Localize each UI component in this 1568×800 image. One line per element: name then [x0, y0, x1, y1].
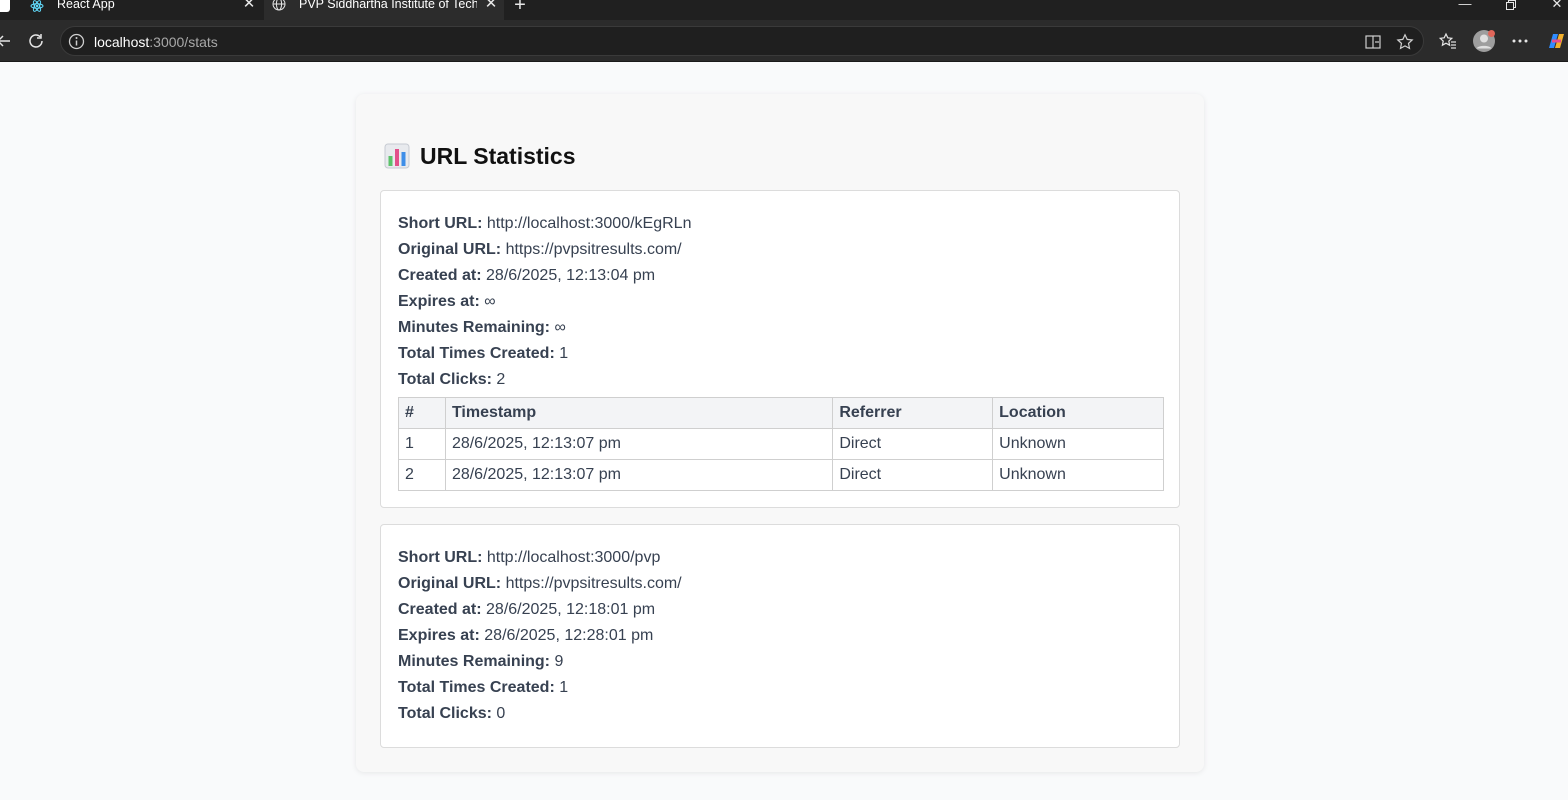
- cell-referrer: Direct: [832, 428, 994, 460]
- table-row: 1 28/6/2025, 12:13:07 pm Direct Unknown: [398, 428, 1164, 460]
- react-icon: [30, 0, 44, 12]
- restore-button[interactable]: [1488, 0, 1534, 17]
- field-label: Total Clicks:: [398, 705, 492, 722]
- address-bar[interactable]: localhost:3000/stats: [60, 26, 1424, 56]
- cell-location: Unknown: [992, 428, 1164, 460]
- created-at-field: Created at: 28/6/2025, 12:18:01 pm: [398, 599, 655, 621]
- close-window-button[interactable]: ✕: [1534, 0, 1568, 17]
- created-at-value: 28/6/2025, 12:13:04 pm: [486, 267, 656, 284]
- column-header-referrer: Referrer: [832, 397, 994, 429]
- minutes-remaining-field: Minutes Remaining: 9: [398, 651, 563, 673]
- favorites-icon[interactable]: [1436, 29, 1460, 53]
- url-host: localhost: [94, 34, 150, 50]
- total-clicks-field: Total Clicks: 0: [398, 703, 505, 725]
- total-clicks-field: Total Clicks: 2: [398, 369, 505, 391]
- minutes-remaining-field: Minutes Remaining: ∞: [398, 317, 566, 339]
- field-label: Original URL:: [398, 241, 502, 258]
- close-tab-icon[interactable]: ✕: [242, 0, 256, 13]
- favorite-star-icon[interactable]: [1396, 33, 1414, 51]
- stats-panel: URL Statistics Short URL: http://localho…: [356, 94, 1204, 772]
- field-label: Total Clicks:: [398, 371, 492, 388]
- total-times-created-field: Total Times Created: 1: [398, 677, 568, 699]
- cell-number: 2: [398, 459, 446, 491]
- minutes-remaining-value: ∞: [554, 319, 566, 336]
- url-stats-card: Short URL: http://localhost:3000/pvp Ori…: [380, 524, 1180, 748]
- split-screen-icon[interactable]: [1364, 33, 1382, 51]
- copilot-icon[interactable]: [1544, 29, 1568, 53]
- short-url-value: http://localhost:3000/kEgRLn: [486, 215, 692, 232]
- browser-tab-bar: React App ✕ PVP Siddhartha Institute of …: [0, 0, 1568, 20]
- field-label: Created at:: [398, 601, 482, 618]
- cell-number: 1: [398, 428, 446, 460]
- field-label: Total Times Created:: [398, 345, 555, 362]
- expires-at-field: Expires at: 28/6/2025, 12:28:01 pm: [398, 625, 653, 647]
- short-url-value: http://localhost:3000/pvp: [486, 549, 661, 566]
- globe-icon: [272, 0, 286, 12]
- original-url-field: Original URL: https://pvpsitresults.com/: [398, 573, 682, 595]
- bar-chart-icon: [384, 143, 410, 169]
- field-label: Minutes Remaining:: [398, 319, 551, 336]
- table-row: 2 28/6/2025, 12:13:07 pm Direct Unknown: [398, 459, 1164, 491]
- cell-timestamp: 28/6/2025, 12:13:07 pm: [444, 459, 834, 491]
- total-times-created-value: 1: [559, 679, 569, 696]
- column-header-location: Location: [992, 397, 1164, 429]
- field-label: Short URL:: [398, 549, 483, 566]
- close-tab-icon[interactable]: ✕: [484, 0, 498, 13]
- original-url-value: https://pvpsitresults.com/: [505, 575, 682, 592]
- total-clicks-value: 2: [496, 371, 506, 388]
- tab-pvp-siddhartha[interactable]: PVP Siddhartha Institute of Technology ✕: [264, 0, 504, 20]
- field-label: Total Times Created:: [398, 679, 555, 696]
- created-at-field: Created at: 28/6/2025, 12:13:04 pm: [398, 265, 655, 287]
- total-clicks-value: 0: [496, 705, 506, 722]
- column-header-number: #: [398, 397, 446, 429]
- cell-location: Unknown: [992, 459, 1164, 491]
- field-label: Created at:: [398, 267, 482, 284]
- tab-title: PVP Siddhartha Institute of Technology: [299, 0, 477, 11]
- url-text[interactable]: localhost:3000/stats: [94, 34, 218, 50]
- field-label: Expires at:: [398, 627, 480, 644]
- short-url-field: Short URL: http://localhost:3000/pvp: [398, 547, 660, 569]
- original-url-value: https://pvpsitresults.com/: [505, 241, 682, 258]
- expires-at-value: ∞: [484, 293, 496, 310]
- field-label: Minutes Remaining:: [398, 653, 551, 670]
- refresh-icon[interactable]: [24, 29, 48, 53]
- table-header-row: # Timestamp Referrer Location: [398, 397, 1164, 429]
- page-title-text: URL Statistics: [420, 142, 576, 169]
- column-header-timestamp: Timestamp: [444, 397, 834, 429]
- tab-fragment[interactable]: [0, 0, 20, 20]
- created-at-value: 28/6/2025, 12:18:01 pm: [486, 601, 656, 618]
- site-info-icon[interactable]: [68, 33, 85, 50]
- short-url-field: Short URL: http://localhost:3000/kEgRLn: [398, 213, 691, 235]
- expires-at-value: 28/6/2025, 12:28:01 pm: [484, 627, 654, 644]
- tab-title: React App: [57, 0, 115, 11]
- total-times-created-field: Total Times Created: 1: [398, 343, 568, 365]
- expires-at-field: Expires at: ∞: [398, 291, 496, 313]
- minutes-remaining-value: 9: [554, 653, 564, 670]
- url-path: :3000/stats: [149, 34, 218, 50]
- new-tab-button[interactable]: +: [510, 0, 530, 16]
- field-label: Expires at:: [398, 293, 480, 310]
- page-title: URL Statistics: [384, 142, 576, 170]
- cell-timestamp: 28/6/2025, 12:13:07 pm: [444, 428, 834, 460]
- back-icon[interactable]: [0, 29, 16, 53]
- field-label: Short URL:: [398, 215, 483, 232]
- profile-avatar-icon[interactable]: [1472, 29, 1496, 53]
- clicks-table: # Timestamp Referrer Location 1 28/6/202…: [398, 397, 1164, 491]
- url-stats-card: Short URL: http://localhost:3000/kEgRLn …: [380, 190, 1180, 508]
- tab-react-app[interactable]: React App ✕: [22, 0, 262, 20]
- total-times-created-value: 1: [559, 345, 569, 362]
- field-label: Original URL:: [398, 575, 502, 592]
- browser-toolbar: localhost:3000/stats: [0, 20, 1568, 62]
- cell-referrer: Direct: [832, 459, 994, 491]
- original-url-field: Original URL: https://pvpsitresults.com/: [398, 239, 682, 261]
- minimize-button[interactable]: —: [1442, 0, 1488, 17]
- more-options-icon[interactable]: [1508, 29, 1532, 53]
